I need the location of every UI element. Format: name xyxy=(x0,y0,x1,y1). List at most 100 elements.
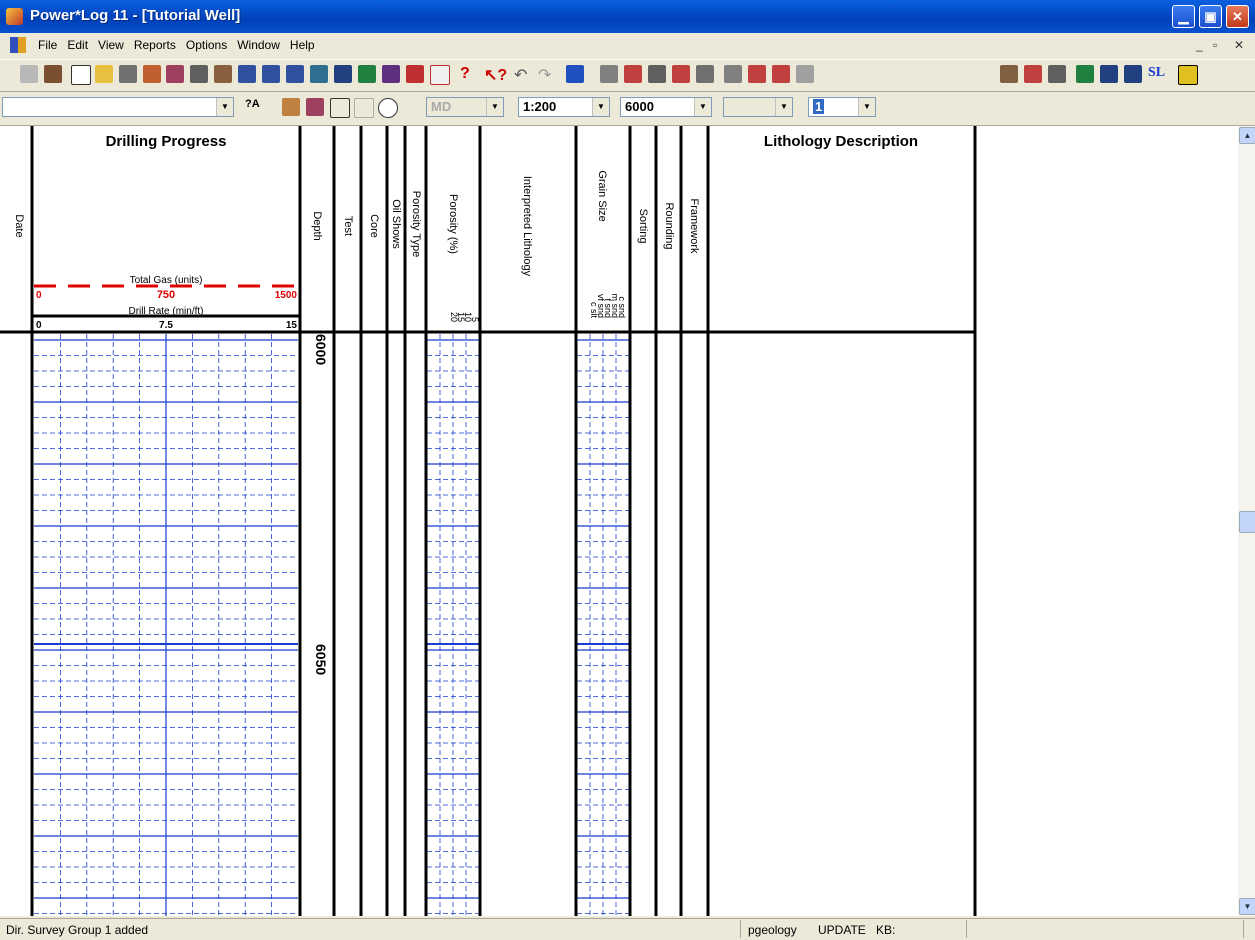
tool-icon[interactable] xyxy=(334,65,352,83)
scroll-down-icon[interactable]: ▼ xyxy=(1239,898,1255,915)
rate-scale-mid: 7.5 xyxy=(159,320,173,331)
tool-icon[interactable] xyxy=(1178,65,1198,85)
word-icon[interactable] xyxy=(566,65,584,83)
tool-icon[interactable] xyxy=(166,65,184,83)
chevron-down-icon[interactable]: ▼ xyxy=(486,98,503,116)
close-button[interactable]: ✕ xyxy=(1226,5,1249,28)
tool-icon[interactable] xyxy=(696,65,714,83)
document-icon[interactable] xyxy=(10,37,26,53)
grid-lines xyxy=(34,334,629,916)
tool-icon[interactable] xyxy=(796,65,814,83)
track-dividers xyxy=(30,126,977,916)
menu-view[interactable]: View xyxy=(98,38,124,52)
gas-scale-max: 1500 xyxy=(275,290,298,301)
menu-file[interactable]: File xyxy=(38,38,57,52)
doc-minimize-button[interactable]: _ xyxy=(1196,38,1203,52)
tool-icon[interactable] xyxy=(724,65,742,83)
tool-icon[interactable] xyxy=(748,65,766,83)
tool-icon[interactable] xyxy=(600,65,618,83)
tool-icon[interactable] xyxy=(282,98,300,116)
tool-icon[interactable] xyxy=(20,65,38,83)
app-icon[interactable] xyxy=(6,8,23,25)
open-icon[interactable] xyxy=(95,65,113,83)
menu-bar: File Edit View Reports Options Window He… xyxy=(0,33,1255,57)
chevron-down-icon[interactable]: ▼ xyxy=(858,98,875,116)
tool-icon[interactable] xyxy=(1048,65,1066,83)
tool-icon[interactable] xyxy=(330,98,350,118)
lithology-description-header: Lithology Description xyxy=(764,133,918,150)
porosity-pct-column-header: Porosity (%) xyxy=(447,194,459,254)
doc-restore-button[interactable]: ▫ xyxy=(1213,38,1217,52)
chevron-down-icon[interactable]: ▼ xyxy=(592,98,609,116)
window-title: Power*Log 11 - [Tutorial Well] xyxy=(30,7,241,24)
context-help-icon[interactable]: ↖? xyxy=(484,65,507,84)
redo-icon[interactable]: ↷ xyxy=(538,65,556,84)
print-icon[interactable] xyxy=(119,65,137,83)
core-column-header: Core xyxy=(368,214,380,238)
tool-icon[interactable] xyxy=(310,65,328,83)
undo-icon[interactable]: ↶ xyxy=(514,65,532,84)
porosity-scale-label: 20 xyxy=(449,312,459,322)
log-canvas[interactable]: Drilling Progress Lithology Description … xyxy=(0,126,1238,916)
tool-icon[interactable] xyxy=(1100,65,1118,83)
scroll-up-icon[interactable]: ▲ xyxy=(1239,127,1255,144)
total-gas-label: Total Gas (units) xyxy=(130,275,203,286)
tool-icon[interactable] xyxy=(406,65,424,83)
depth-label: 6050 xyxy=(313,644,329,675)
depth-mode-combo[interactable]: MD ▼ xyxy=(426,97,504,117)
tool-icon[interactable] xyxy=(44,65,62,83)
menu-options[interactable]: Options xyxy=(186,38,227,52)
track-frame xyxy=(0,314,975,334)
tool-icon[interactable] xyxy=(672,65,690,83)
tool-icon[interactable] xyxy=(286,65,304,83)
doc-close-button[interactable]: ✕ xyxy=(1234,38,1244,52)
tool-icon[interactable] xyxy=(772,65,790,83)
tool-icon[interactable] xyxy=(262,65,280,83)
page-combo[interactable]: 1 ▼ xyxy=(808,97,876,117)
sl-icon[interactable]: SL xyxy=(1148,65,1166,83)
track-combo[interactable]: ▼ xyxy=(2,97,234,117)
scroll-thumb[interactable] xyxy=(1239,511,1255,533)
gas-scale-min: 0 xyxy=(36,290,42,301)
tool-icon[interactable] xyxy=(1124,65,1142,83)
secondary-toolbar: ▼ ?A MD ▼ 1:200 ▼ 6000 ▼ ▼ 1 ▼ xyxy=(0,91,1255,126)
menu-help[interactable]: Help xyxy=(290,38,315,52)
status-divider xyxy=(966,920,967,938)
tool-icon[interactable] xyxy=(190,65,208,83)
depth-combo[interactable]: 6000 ▼ xyxy=(620,97,712,117)
chevron-down-icon[interactable]: ▼ xyxy=(216,98,233,116)
tool-icon[interactable] xyxy=(430,65,450,85)
new-icon[interactable] xyxy=(71,65,91,85)
vertical-scrollbar[interactable]: ▲ ▼ xyxy=(1238,126,1255,916)
chevron-down-icon[interactable]: ▼ xyxy=(694,98,711,116)
status-divider xyxy=(1243,920,1244,938)
tool-icon[interactable] xyxy=(648,65,666,83)
scale-combo[interactable]: 1:200 ▼ xyxy=(518,97,610,117)
minimize-button[interactable]: ▁ xyxy=(1172,5,1195,28)
porosity-type-column-header: Porosity Type xyxy=(410,191,422,257)
tool-icon[interactable] xyxy=(1024,65,1042,83)
tool-icon[interactable] xyxy=(214,65,232,83)
tool-icon[interactable] xyxy=(382,65,400,83)
log-document[interactable]: Drilling Progress Lithology Description … xyxy=(0,126,1238,916)
tool-icon[interactable] xyxy=(354,98,374,118)
maximize-button[interactable]: ▣ xyxy=(1199,5,1222,28)
status-user: pgeology xyxy=(748,923,797,937)
rate-scale-min: 0 xyxy=(36,320,42,331)
tool-icon[interactable] xyxy=(306,98,324,116)
tool-icon[interactable] xyxy=(143,65,161,83)
tool-icon[interactable]: ?A xyxy=(245,98,263,116)
help-icon[interactable]: ? xyxy=(460,65,478,83)
blank-combo[interactable]: ▼ xyxy=(723,97,793,117)
chevron-down-icon[interactable]: ▼ xyxy=(775,98,792,116)
menu-window[interactable]: Window xyxy=(237,38,280,52)
tool-icon[interactable] xyxy=(1000,65,1018,83)
tool-icon[interactable] xyxy=(238,65,256,83)
tool-icon[interactable] xyxy=(624,65,642,83)
gas-scale-mid: 750 xyxy=(157,289,175,301)
tool-icon[interactable] xyxy=(358,65,376,83)
tool-icon[interactable] xyxy=(378,98,398,118)
tool-icon[interactable] xyxy=(1076,65,1094,83)
menu-edit[interactable]: Edit xyxy=(67,38,88,52)
menu-reports[interactable]: Reports xyxy=(134,38,176,52)
